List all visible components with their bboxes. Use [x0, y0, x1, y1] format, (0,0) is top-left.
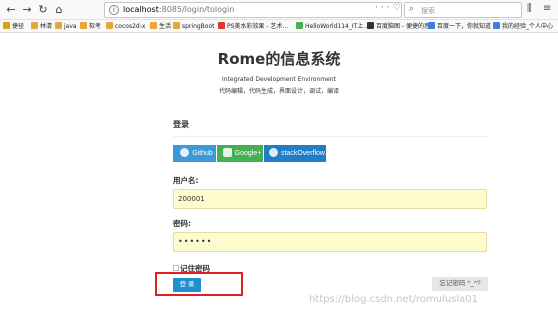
- bookmark-icon: [3, 22, 10, 29]
- login-section-title: 登录: [173, 120, 189, 129]
- bookmark-item[interactable]: 捷径: [3, 21, 24, 32]
- search-icon: ⌕: [409, 4, 415, 14]
- github-login-button[interactable]: Github: [173, 145, 216, 162]
- bookmark-icon: [296, 22, 303, 29]
- browser-toolbar: ← → ↻ ⌂ i localhost:8085/login/tologin ·…: [0, 0, 558, 20]
- bookmark-icon: [106, 22, 113, 29]
- bookmark-item[interactable]: 我的经验_个人中心: [493, 21, 553, 32]
- menu-icon[interactable]: ≡: [543, 3, 551, 14]
- bookmark-icon: [150, 22, 157, 29]
- bookmark-item[interactable]: 林清: [31, 21, 52, 32]
- bookmark-label: 我的经验_个人中心: [502, 23, 554, 30]
- bookmark-label: 捷径: [12, 23, 25, 30]
- password-input[interactable]: ••••••: [173, 232, 487, 252]
- bookmark-item[interactable]: 软考: [80, 21, 101, 32]
- page-title: Rome的信息系统: [217, 50, 341, 68]
- page-subtitle-cn: 代码编辑，代码生成，界面设计，调试，编译: [218, 88, 339, 95]
- bookmark-item[interactable]: java: [55, 21, 77, 32]
- bookmark-icon: [367, 22, 374, 29]
- username-input[interactable]: [173, 189, 487, 209]
- stackoverflow-login-button[interactable]: stackOverflow: [264, 145, 326, 162]
- info-icon[interactable]: i: [109, 5, 119, 15]
- bookmark-item[interactable]: PS美水彩效果 - 艺术...: [218, 21, 288, 32]
- bookmark-label: 百度脑图 - 便捷的思...: [376, 23, 436, 30]
- search-bar[interactable]: ⌕ 搜索: [404, 2, 522, 18]
- bookmark-item[interactable]: HelloWorld114_IT上...: [296, 21, 369, 32]
- page-subtitle-en: Integrated Development Environment: [222, 76, 336, 83]
- bookmark-label: springBoot: [182, 23, 215, 30]
- bookmark-item[interactable]: 生活: [150, 21, 171, 32]
- password-label: 密码:: [173, 219, 191, 228]
- bookmark-label: HelloWorld114_IT上...: [305, 23, 370, 30]
- bookmark-label: 软考: [89, 23, 102, 30]
- bookmark-icon: [428, 22, 435, 29]
- reload-icon[interactable]: ↻: [36, 3, 50, 17]
- bookmark-label: 生活: [159, 23, 172, 30]
- bookmark-label: java: [64, 23, 77, 30]
- bookmarks-bar: 捷径 林清 java 软考 cocos2d-x 生活 springBoot PS美水彩效果 -…: [0, 20, 558, 33]
- bookmark-icon: [31, 22, 38, 29]
- google-login-button[interactable]: Google+: [217, 145, 263, 162]
- forward-icon[interactable]: →: [20, 3, 34, 17]
- divider: [173, 136, 488, 137]
- bookmark-label: 林清: [40, 23, 53, 30]
- bookmark-item[interactable]: cocos2d-x: [106, 21, 145, 32]
- bookmark-item[interactable]: springBoot: [173, 21, 215, 32]
- remember-checkbox[interactable]: [173, 265, 179, 271]
- url-text[interactable]: localhost:8085/login/tologin: [123, 5, 234, 14]
- bookmark-label: 百度一下，你就知道: [437, 23, 492, 30]
- bookmark-icon: [493, 22, 500, 29]
- google-plus-icon: [222, 148, 232, 157]
- bookmark-item[interactable]: 百度脑图 - 便捷的思...: [367, 21, 436, 32]
- home-icon[interactable]: ⌂: [52, 3, 66, 17]
- github-icon: [180, 148, 190, 157]
- back-icon[interactable]: ←: [4, 3, 18, 17]
- watermark: https://blog.csdn.net/romulusla01: [309, 294, 479, 305]
- library-icon[interactable]: ⫼: [527, 3, 532, 14]
- username-label: 用户名:: [173, 176, 199, 185]
- bookmark-label: cocos2d-x: [115, 23, 146, 30]
- login-button[interactable]: 登 录: [173, 278, 201, 292]
- bookmark-icon: [55, 22, 62, 29]
- bookmark-item[interactable]: 百度一下，你就知道: [428, 21, 491, 32]
- bookmark-icon: [218, 22, 225, 29]
- search-placeholder: 搜索: [421, 7, 435, 15]
- forgot-password-button[interactable]: 忘记密码 ^_^?: [432, 277, 488, 291]
- bookmark-label: PS美水彩效果 - 艺术...: [227, 23, 289, 30]
- bookmark-icon: [80, 22, 87, 29]
- address-bar[interactable]: i localhost:8085/login/tologin: [104, 2, 402, 18]
- bookmark-icon: [173, 22, 180, 29]
- stackoverflow-icon: [269, 148, 279, 157]
